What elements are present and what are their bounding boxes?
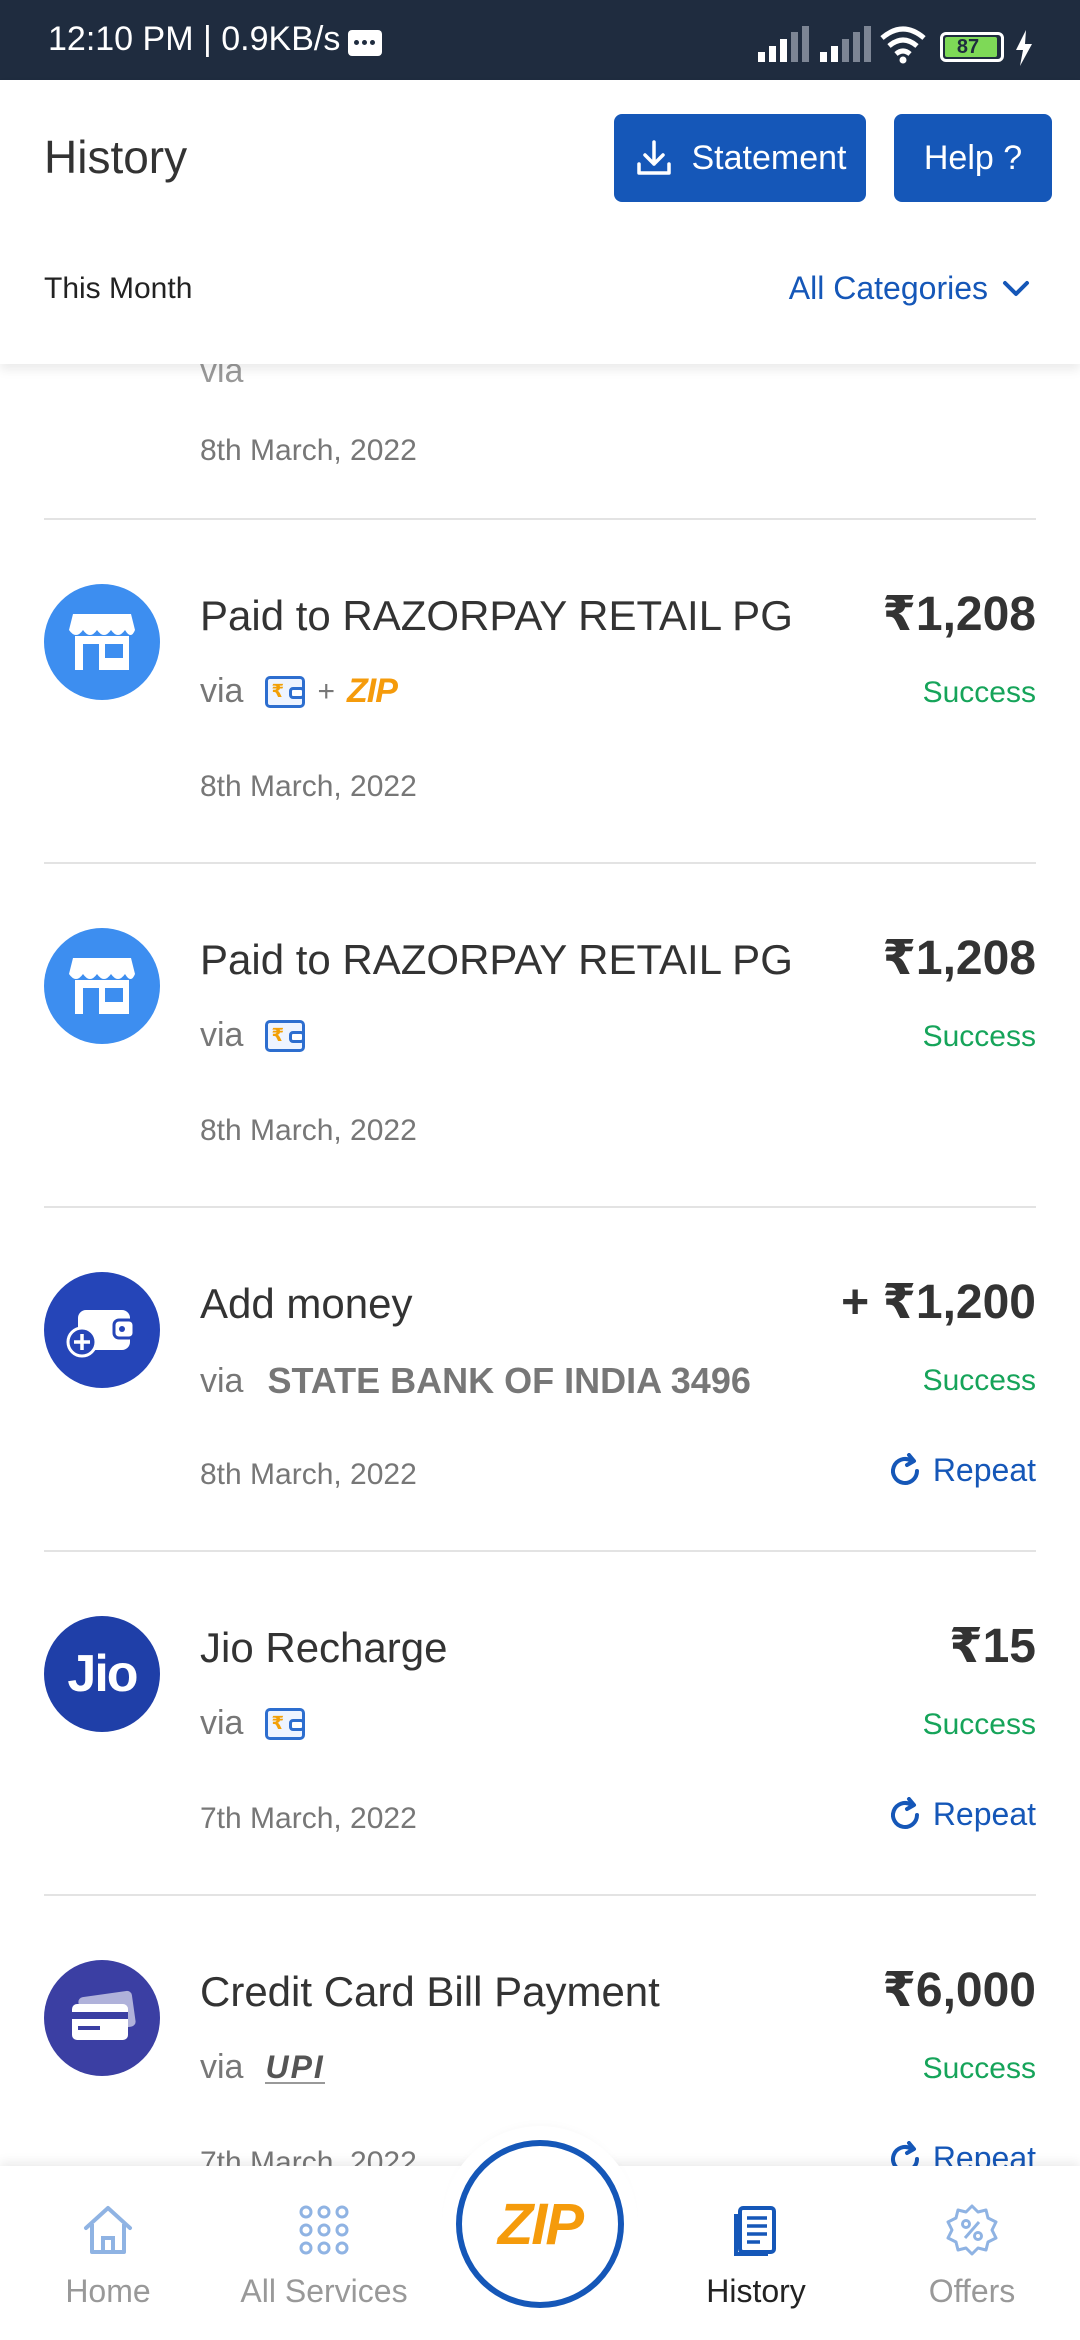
- category-filter[interactable]: All Categories: [789, 270, 1030, 307]
- nav-offers-label: Offers: [928, 2273, 1016, 2309]
- transaction-name: Add money: [200, 1280, 413, 1327]
- download-icon: [636, 140, 671, 175]
- nav-history-label: History: [706, 2273, 806, 2309]
- nav-all-services[interactable]: All Services: [224, 2202, 424, 2310]
- signal-icon-2: [820, 26, 871, 62]
- transaction-date: 8th March, 2022: [200, 770, 417, 803]
- store-icon: [44, 928, 160, 1044]
- repeat-button[interactable]: Repeat: [887, 2140, 1036, 2166]
- list-item[interactable]: Credit Card Bill Payment via UPI 7th Mar…: [0, 1896, 1080, 2166]
- battery-level: 87: [956, 36, 980, 58]
- store-icon: [44, 584, 160, 700]
- transaction-amount: ₹6,000: [882, 1964, 1036, 2017]
- category-filter-label: All Categories: [788, 270, 988, 306]
- wifi-icon: [880, 26, 926, 64]
- nav-history[interactable]: History: [656, 2202, 856, 2310]
- grid-icon: [299, 2205, 349, 2255]
- list-item[interactable]: Paid to RAZORPAY RETAIL PG via ₹ 8th Mar…: [0, 864, 1080, 1208]
- wallet-icon: ₹: [265, 1019, 306, 1052]
- via-label: via: [200, 2048, 244, 2086]
- transaction-amount: ₹15: [949, 1620, 1036, 1673]
- via-label: via: [200, 364, 244, 390]
- payment-method: via UPI: [200, 2048, 325, 2087]
- via-label: via: [200, 1704, 244, 1742]
- list-item[interactable]: Paid to RAZORPAY RETAIL PG via ₹ + ZIP 8…: [0, 520, 1080, 864]
- status-bar: 12:10 PM | 0.9KB/s 87: [0, 0, 1080, 80]
- offers-icon: [946, 2204, 998, 2256]
- page-title: History: [44, 131, 188, 183]
- refresh-icon: [890, 1452, 919, 1485]
- chevron-down-icon: [1003, 280, 1029, 296]
- battery-icon: 87: [940, 32, 1004, 62]
- statement-label: Statement: [691, 138, 847, 177]
- help-label: Help ?: [923, 138, 1023, 177]
- transaction-amount: ₹1,208: [882, 588, 1036, 641]
- repeat-label: Repeat: [932, 1452, 1036, 1488]
- transaction-date: 7th March, 2022: [200, 2146, 417, 2166]
- nav-home-label: Home: [65, 2273, 151, 2309]
- transaction-date: 8th March, 2022: [200, 1458, 417, 1491]
- payment-method: via ₹: [200, 1704, 306, 1743]
- via-label: via: [200, 672, 244, 710]
- transaction-name: Paid to RAZORPAY RETAIL PG: [200, 936, 793, 983]
- wallet-icon: ₹: [265, 675, 306, 708]
- transaction-date: 8th March, 2022: [200, 1114, 417, 1147]
- transaction-amount: + ₹1,200: [841, 1276, 1036, 1329]
- transaction-list[interactable]: via 8th March, 2022 Paid to RAZORPAY RET…: [0, 364, 1080, 2166]
- zip-logo: ZIP: [347, 672, 398, 710]
- repeat-button[interactable]: Repeat: [887, 1452, 1036, 1489]
- status-time: 12:10 PM | 0.9KB/s: [48, 20, 341, 58]
- via-label: via: [200, 1016, 244, 1054]
- wallet-icon: ₹: [265, 1707, 306, 1740]
- help-button[interactable]: Help ?: [894, 114, 1052, 202]
- page-header: History Statement Help ? This Month All …: [0, 80, 1080, 364]
- list-item[interactable]: Add money via STATE BANK OF INDIA 3496 8…: [0, 1208, 1080, 1552]
- plus-sign: +: [317, 674, 335, 708]
- status-badge: Success: [922, 1020, 1036, 1053]
- repeat-button[interactable]: Repeat: [887, 1796, 1036, 1833]
- home-icon: [84, 2206, 132, 2254]
- credit-card-icon: [44, 1960, 160, 2076]
- transaction-name: Credit Card Bill Payment: [200, 1968, 660, 2015]
- payment-method: via STATE BANK OF INDIA 3496: [200, 1360, 751, 1402]
- refresh-icon: [890, 2140, 919, 2166]
- jio-logo: Jio: [44, 1616, 160, 1732]
- transaction-amount: ₹1,208: [882, 932, 1036, 985]
- list-item[interactable]: Jio Jio Recharge via ₹ 7th March, 2022 ₹…: [0, 1552, 1080, 1896]
- payment-method: via ₹ + ZIP: [200, 672, 398, 711]
- refresh-icon: [890, 1796, 919, 1829]
- transaction-name: Jio Recharge: [200, 1624, 448, 1671]
- nav-offers[interactable]: Offers: [872, 2202, 1072, 2310]
- bank-name: STATE BANK OF INDIA 3496: [267, 1360, 751, 1401]
- status-badge: Success: [922, 1708, 1036, 1741]
- nav-home[interactable]: Home: [8, 2202, 208, 2310]
- add-wallet-icon: [44, 1272, 160, 1388]
- signal-icon: [758, 26, 809, 62]
- bottom-nav: Home All Services ZIP History Offers: [0, 2140, 1080, 2340]
- list-item[interactable]: via 8th March, 2022: [0, 364, 1080, 520]
- repeat-label: Repeat: [932, 2140, 1036, 2166]
- status-badge: Success: [922, 1364, 1036, 1397]
- payment-method: via ₹: [200, 1016, 306, 1055]
- repeat-label: Repeat: [932, 1796, 1036, 1832]
- statement-button[interactable]: Statement: [614, 114, 866, 202]
- transaction-date: 8th March, 2022: [200, 434, 417, 467]
- via-label: via: [200, 1361, 244, 1400]
- status-badge: Success: [922, 2052, 1036, 2085]
- zip-logo: ZIP: [497, 2191, 584, 2257]
- charging-icon: [1016, 30, 1032, 66]
- nav-all-services-label: All Services: [240, 2273, 408, 2309]
- transaction-date: 7th March, 2022: [200, 1802, 417, 1835]
- jio-logo-text: Jio: [67, 1645, 138, 1703]
- message-icon: [348, 30, 382, 56]
- status-badge: Success: [922, 676, 1036, 709]
- history-icon: [734, 2206, 776, 2256]
- upi-logo: UPI: [265, 2048, 325, 2085]
- transaction-name: Paid to RAZORPAY RETAIL PG: [200, 592, 793, 639]
- zip-button[interactable]: ZIP: [456, 2140, 624, 2308]
- period-label[interactable]: This Month: [44, 272, 192, 306]
